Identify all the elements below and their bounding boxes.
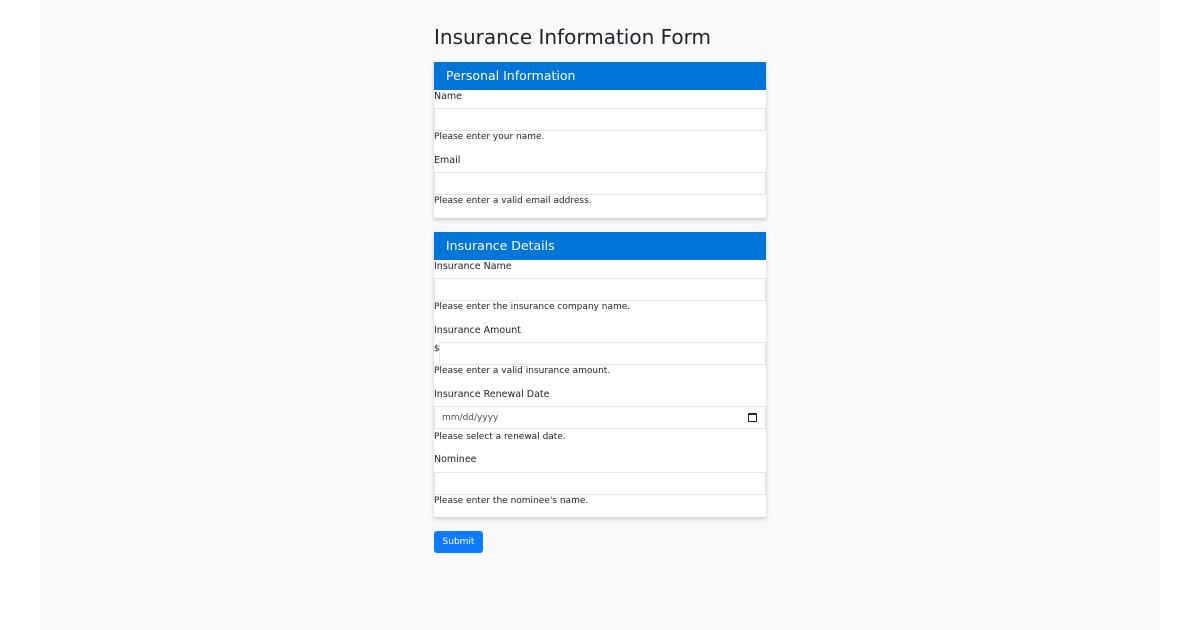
- personal-info-header: Personal Information: [434, 62, 766, 90]
- insurance-name-help-text: Please enter the insurance company name.: [434, 302, 631, 312]
- email-input[interactable]: [434, 172, 766, 195]
- page-background: Insurance Information Form Personal Info…: [40, 0, 1160, 630]
- renewal-date-label: Insurance Renewal Date: [434, 389, 550, 400]
- insurance-name-input[interactable]: [434, 278, 766, 301]
- nominee-help-text: Please enter the nominee's name.: [434, 496, 589, 506]
- email-label: Email: [434, 155, 461, 166]
- page-title: Insurance Information Form: [434, 25, 711, 49]
- insurance-amount-label: Insurance Amount: [434, 325, 521, 336]
- nominee-label: Nominee: [434, 454, 477, 465]
- submit-button[interactable]: Submit: [434, 531, 483, 553]
- name-label: Name: [434, 91, 463, 102]
- email-help-text: Please enter a valid email address.: [434, 196, 592, 206]
- nominee-input[interactable]: [434, 472, 766, 495]
- insurance-details-header: Insurance Details: [434, 232, 766, 260]
- insurance-amount-help-text: Please enter a valid insurance amount.: [434, 366, 611, 376]
- renewal-date-placeholder: mm/dd/yyyy: [442, 413, 499, 423]
- name-help-text: Please enter your name.: [434, 132, 545, 142]
- insurance-amount-input[interactable]: [439, 342, 766, 365]
- personal-info-card: Personal Information Name Please enter y…: [434, 62, 766, 218]
- insurance-details-card: Insurance Details Insurance Name Please …: [434, 232, 766, 517]
- calendar-icon[interactable]: [748, 413, 757, 422]
- name-input[interactable]: [434, 108, 766, 131]
- renewal-date-help-text: Please select a renewal date.: [434, 432, 566, 442]
- insurance-name-label: Insurance Name: [434, 261, 512, 272]
- renewal-date-input[interactable]: mm/dd/yyyy: [434, 406, 766, 429]
